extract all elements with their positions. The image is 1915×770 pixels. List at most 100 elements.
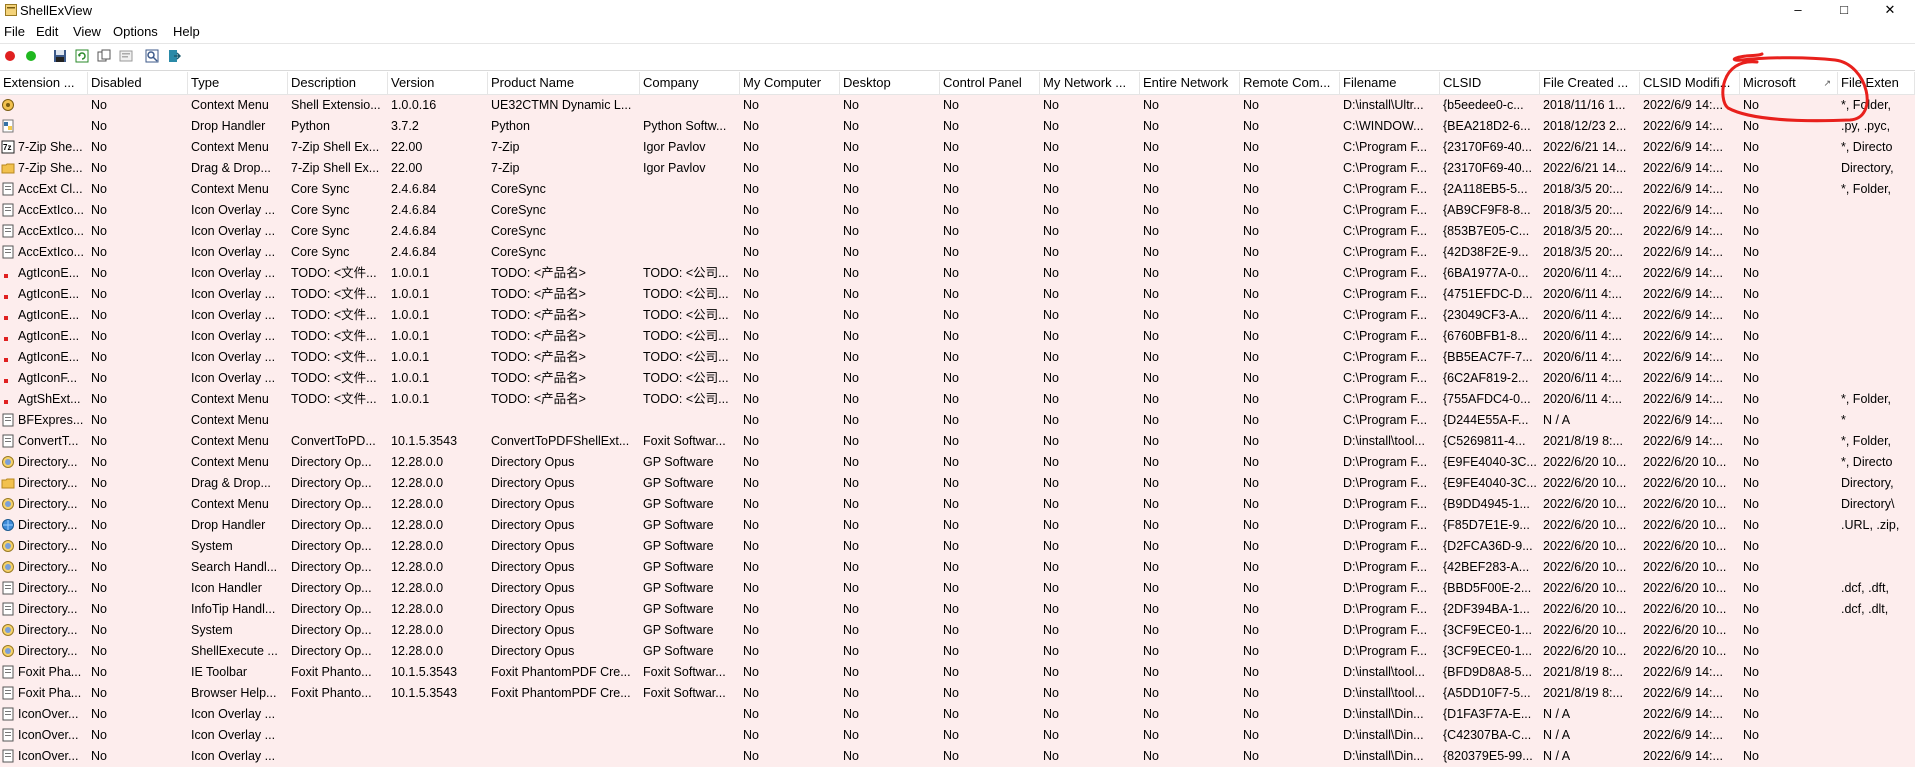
column-header-remote-computer[interactable]: Remote Com... — [1240, 72, 1340, 94]
table-row[interactable]: 7z 7-Zip She... No Context Menu 7-Zip Shell … — [0, 137, 1915, 158]
document-icon — [2, 413, 14, 427]
cell-clsid: {BFD9D8A8-5... — [1443, 665, 1532, 679]
cell-file-created: 2020/6/11 4:... — [1543, 371, 1622, 385]
column-header-clsid-modified[interactable]: CLSID Modifi... — [1640, 72, 1740, 94]
table-row[interactable]: No Drop Handler Python 3.7.2 Python Python So… — [0, 116, 1915, 137]
table-row[interactable]: AccExtIco... No Icon Overlay ... Core Sync 2… — [0, 242, 1915, 263]
table-row[interactable]: Directory... No System Directory Op... 12.28… — [0, 620, 1915, 641]
extension-name-text: IconOver... — [18, 707, 79, 721]
table-row[interactable]: 7-Zip She... No Drag & Drop... 7-Zip Shell … — [0, 158, 1915, 179]
table-row[interactable]: AccExtIco... No Icon Overlay ... Core Sync 2… — [0, 221, 1915, 242]
table-row[interactable]: AccExt Cl... No Context Menu Core Sync 2.4.6… — [0, 179, 1915, 200]
cell-version: 1.0.0.1 — [391, 266, 430, 280]
table-row[interactable]: Foxit Pha... No Browser Help... Foxit Phant… — [0, 683, 1915, 704]
cell-file-created: 2022/6/20 10... — [1543, 644, 1627, 658]
column-header-clsid[interactable]: CLSID — [1440, 72, 1540, 94]
cell-my-network: No — [1043, 203, 1059, 217]
column-header-extension-name[interactable]: Extension ... — [0, 72, 88, 94]
table-row[interactable]: AgtIconE... No Icon Overlay ... TODO: <文件..… — [0, 347, 1915, 368]
column-header-version[interactable]: Version — [388, 72, 488, 94]
html-report-icon[interactable] — [145, 49, 159, 63]
menu-options[interactable]: Options — [113, 24, 158, 39]
menu-edit[interactable]: Edit — [36, 24, 58, 39]
column-header-my-computer[interactable]: My Computer — [740, 72, 840, 94]
column-header-microsoft[interactable]: Microsoft ↗ — [1740, 72, 1838, 94]
table-row[interactable]: Directory... No System Directory Op... 12.28… — [0, 536, 1915, 557]
cell-remote-computer: No — [1243, 308, 1259, 322]
column-header-filename[interactable]: Filename — [1340, 72, 1440, 94]
properties-icon[interactable] — [119, 49, 133, 63]
column-header-control-panel[interactable]: Control Panel — [940, 72, 1040, 94]
cell-remote-computer: No — [1243, 581, 1259, 595]
save-icon[interactable] — [53, 49, 67, 63]
document-icon — [2, 581, 14, 595]
cell-clsid-modified: 2022/6/9 14:... — [1643, 686, 1723, 700]
menu-file[interactable]: File — [4, 24, 25, 39]
maximize-button[interactable]: □ — [1821, 0, 1867, 22]
cell-disabled: No — [91, 665, 107, 679]
column-header-desktop[interactable]: Desktop — [840, 72, 940, 94]
cell-clsid: {42BEF283-A... — [1443, 560, 1530, 574]
column-header-label: Extension ... — [3, 75, 75, 90]
cell-entire-network: No — [1143, 287, 1159, 301]
enable-selected-icon[interactable] — [24, 49, 38, 63]
column-header-file-extensions[interactable]: File Exten — [1838, 72, 1915, 94]
disable-selected-icon[interactable] — [3, 49, 17, 63]
cell-remote-computer: No — [1243, 665, 1259, 679]
table-row[interactable]: AgtIconE... No Icon Overlay ... TODO: <文件..… — [0, 263, 1915, 284]
table-row[interactable]: AgtShExt... No Context Menu TODO: <文件... 1.0… — [0, 389, 1915, 410]
column-header-file-created[interactable]: File Created ... — [1540, 72, 1640, 94]
cell-company: GP Software — [643, 518, 714, 532]
refresh-icon[interactable] — [75, 49, 89, 63]
table-row[interactable]: AgtIconE... No Icon Overlay ... TODO: <文件..… — [0, 305, 1915, 326]
cell-microsoft: No — [1743, 266, 1759, 280]
table-row[interactable]: Foxit Pha... No IE Toolbar Foxit Phanto... 1… — [0, 662, 1915, 683]
column-header-type[interactable]: Type — [188, 72, 288, 94]
cell-my-computer: No — [743, 518, 759, 532]
table-row[interactable]: Directory... No Context Menu Directory Op..… — [0, 494, 1915, 515]
table-row[interactable]: Directory... No Context Menu Directory Op..… — [0, 452, 1915, 473]
cell-microsoft: No — [1743, 644, 1759, 658]
cell-clsid-modified: 2022/6/20 10... — [1643, 560, 1727, 574]
table-row[interactable]: IconOver... No Icon Overlay ... No No No No No N… — [0, 725, 1915, 746]
column-header-product-name[interactable]: Product Name — [488, 72, 640, 94]
table-row[interactable]: Directory... No Drop Handler Directory Op..… — [0, 515, 1915, 536]
column-header-entire-network[interactable]: Entire Network — [1140, 72, 1240, 94]
table-row[interactable]: AgtIconE... No Icon Overlay ... TODO: <文件..… — [0, 326, 1915, 347]
cell-version: 12.28.0.0 — [391, 560, 444, 574]
document-icon — [2, 686, 14, 700]
column-header-disabled[interactable]: Disabled — [88, 72, 188, 94]
table-row[interactable]: Directory... No InfoTip Handl... Directory … — [0, 599, 1915, 620]
cell-extension-name: Directory... — [0, 515, 88, 536]
minimize-button[interactable]: – — [1775, 0, 1821, 22]
cell-clsid-modified: 2022/6/9 14:... — [1643, 182, 1723, 196]
column-header-company[interactable]: Company — [640, 72, 740, 94]
cell-desktop: No — [843, 539, 859, 553]
table-row[interactable]: Directory... No Search Handl... Directory O… — [0, 557, 1915, 578]
menu-help[interactable]: Help — [173, 24, 200, 39]
cell-product-name: CoreSync — [491, 203, 546, 217]
cell-version: 12.28.0.0 — [391, 476, 444, 490]
table-row[interactable]: Directory... No Icon Handler Directory Op..… — [0, 578, 1915, 599]
cell-description: TODO: <文件... — [291, 287, 377, 301]
table-row[interactable]: Directory... No Drag & Drop... Directory Op… — [0, 473, 1915, 494]
cell-version: 1.0.0.1 — [391, 329, 430, 343]
table-row[interactable]: No Context Menu Shell Extensio... 1.0.0.16 U… — [0, 95, 1915, 116]
table-row[interactable]: AccExtIco... No Icon Overlay ... Core Sync 2… — [0, 200, 1915, 221]
table-row[interactable]: IconOver... No Icon Overlay ... No No No No No N… — [0, 704, 1915, 725]
table-row[interactable]: AgtIconF... No Icon Overlay ... TODO: <文件..… — [0, 368, 1915, 389]
copy-icon[interactable] — [97, 49, 111, 63]
column-header-description[interactable]: Description — [288, 72, 388, 94]
table-row[interactable]: BFExpres... No Context Menu No No No No No No C:\… — [0, 410, 1915, 431]
column-header-my-network[interactable]: My Network ... — [1040, 72, 1140, 94]
cell-filename: D:\install\Din... — [1343, 728, 1424, 742]
table-row[interactable]: IconOver... No Icon Overlay ... No No No No No N… — [0, 746, 1915, 767]
menu-view[interactable]: View — [73, 24, 101, 39]
cell-product-name: Directory Opus — [491, 602, 575, 616]
table-row[interactable]: ConvertT... No Context Menu ConvertToPD... 1… — [0, 431, 1915, 452]
exit-icon[interactable] — [167, 49, 181, 63]
cell-disabled: No — [91, 266, 107, 280]
close-button[interactable]: ✕ — [1867, 0, 1913, 22]
table-row[interactable]: AgtIconE... No Icon Overlay ... TODO: <文件..… — [0, 284, 1915, 305]
table-row[interactable]: Directory... No ShellExecute ... Directory … — [0, 641, 1915, 662]
